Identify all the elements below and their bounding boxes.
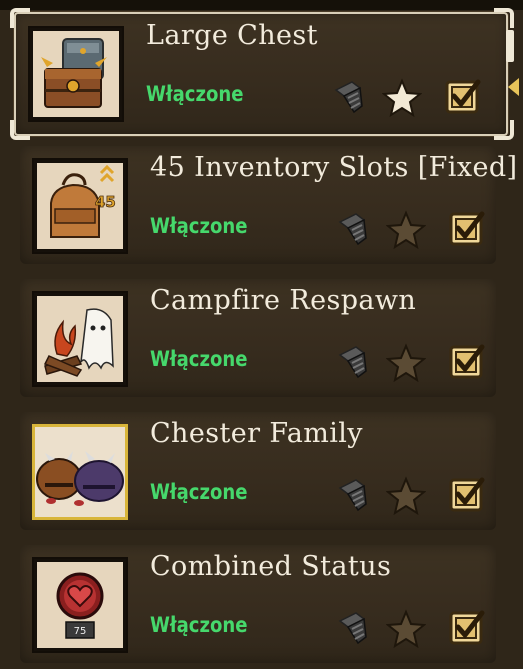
star-icon xyxy=(385,476,427,516)
mod-row-chester-family[interactable]: Chester Family Włączone xyxy=(20,412,496,530)
mod-title: Large Chest xyxy=(146,20,318,51)
enable-checkbox[interactable] xyxy=(446,607,486,649)
mod-title: Chester Family xyxy=(150,418,363,449)
favorite-button[interactable] xyxy=(385,474,427,516)
mod-row-inventory-slots[interactable]: 45 45 Inventory Slots [Fixed] Włączone xyxy=(20,146,517,264)
checkbox-icon xyxy=(449,344,485,379)
favorite-button[interactable] xyxy=(385,341,427,383)
selection-corner xyxy=(494,8,514,28)
favorite-button[interactable] xyxy=(385,208,427,250)
mod-thumbnail xyxy=(32,424,128,520)
configure-button[interactable] xyxy=(334,208,374,250)
checkbox-icon xyxy=(449,477,485,512)
mod-thumbnail: 45 xyxy=(32,158,128,254)
backpack-image: 45 xyxy=(37,163,123,249)
configure-button[interactable] xyxy=(334,474,374,516)
mod-status: Włączone xyxy=(150,480,248,504)
mod-row-large-chest[interactable]: Large Chest Włączone xyxy=(10,8,514,140)
star-icon xyxy=(385,609,427,649)
checkbox-icon xyxy=(445,79,481,114)
enable-checkbox[interactable] xyxy=(446,341,486,383)
selection-side-marker xyxy=(506,30,514,62)
mod-title: Campfire Respawn xyxy=(150,285,417,316)
mod-row-combined-status[interactable]: 75 Combined Status Włączone xyxy=(20,545,496,663)
enable-checkbox[interactable] xyxy=(446,474,486,516)
checkbox-icon xyxy=(449,610,485,645)
favorite-button[interactable] xyxy=(385,607,427,649)
bolt-icon xyxy=(334,81,363,114)
configure-button[interactable] xyxy=(330,76,370,118)
mod-status: Włączone xyxy=(150,613,248,637)
health-badge-image: 75 xyxy=(37,562,123,648)
enable-checkbox[interactable] xyxy=(442,76,482,118)
favorite-button[interactable] xyxy=(381,76,423,118)
large-chest-image xyxy=(33,31,119,117)
mod-title: 45 Inventory Slots [Fixed] xyxy=(150,152,518,183)
star-icon xyxy=(385,210,427,250)
selected-arrow-icon xyxy=(508,78,519,96)
configure-button[interactable] xyxy=(334,607,374,649)
chester-image xyxy=(35,427,125,517)
mod-thumbnail xyxy=(32,291,128,387)
mod-status: Włączone xyxy=(146,82,244,106)
selection-corner xyxy=(494,120,514,140)
badge-45: 45 xyxy=(95,193,116,211)
mod-thumbnail: 75 xyxy=(32,557,128,653)
enable-checkbox[interactable] xyxy=(446,208,486,250)
selection-corner xyxy=(10,120,30,140)
mod-thumbnail xyxy=(28,26,124,122)
bolt-icon xyxy=(338,213,367,246)
bolt-icon xyxy=(338,612,367,645)
selection-corner xyxy=(10,8,30,28)
campfire-ghost-image xyxy=(37,296,123,382)
mod-status: Włączone xyxy=(150,214,248,238)
configure-button[interactable] xyxy=(334,341,374,383)
checkbox-icon xyxy=(449,211,485,246)
mod-status: Włączone xyxy=(150,347,248,371)
badge-75: 75 xyxy=(74,626,87,637)
bolt-icon xyxy=(338,346,367,379)
star-icon xyxy=(385,343,427,383)
mod-list: Large Chest Włączone 45 45 Inventory Slo… xyxy=(0,0,523,669)
mod-row-campfire-respawn[interactable]: Campfire Respawn Włączone xyxy=(20,279,496,397)
star-icon xyxy=(381,78,423,118)
mod-title: Combined Status xyxy=(150,551,392,582)
bolt-icon xyxy=(338,479,367,512)
